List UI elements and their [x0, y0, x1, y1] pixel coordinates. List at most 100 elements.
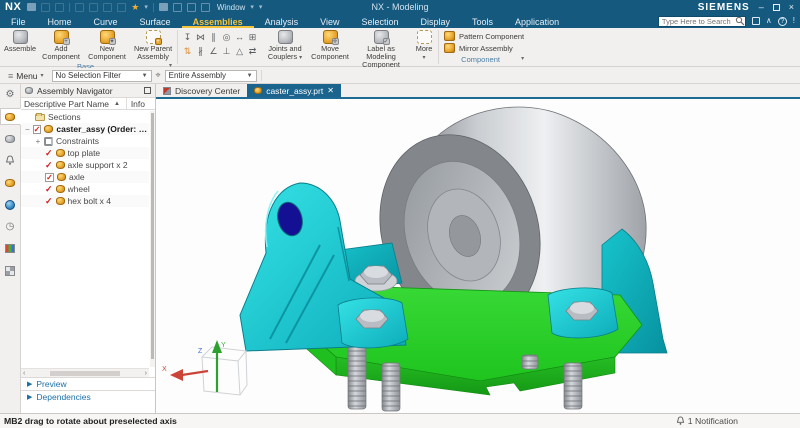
hex-bolt-front-right[interactable]	[548, 288, 618, 338]
orientation-triad[interactable]: Y X Z	[162, 340, 247, 395]
vertical-scrollbar[interactable]	[150, 111, 155, 367]
loaded-check-icon[interactable]: ✓	[45, 149, 53, 158]
loaded-check-icon[interactable]: ✓	[45, 185, 53, 194]
tree-row-wheel[interactable]: ✓ wheel	[21, 183, 149, 195]
model-canvas[interactable]: Y X Z	[156, 99, 800, 413]
system-materials-icon[interactable]	[2, 240, 19, 257]
tab-view[interactable]: View	[309, 14, 350, 28]
constraint-bond-icon[interactable]: ⇅	[181, 45, 194, 59]
tab-curve[interactable]: Curve	[83, 14, 129, 28]
dependencies-section[interactable]: ▶ Dependencies	[21, 390, 155, 403]
constraint-parallel-icon[interactable]: ∥	[207, 31, 220, 45]
roles-icon[interactable]	[2, 262, 19, 279]
tab-display[interactable]: Display	[410, 14, 462, 28]
duplicate-window-icon[interactable]	[187, 3, 196, 12]
constraint-angle-icon[interactable]: ∠	[207, 45, 220, 59]
alerts-icon[interactable]: !	[793, 16, 795, 26]
paste-icon[interactable]	[103, 3, 112, 12]
tree-row-axle-support[interactable]: ✓ axle support x 2	[21, 159, 149, 171]
constraint-concentric-icon[interactable]: ◎	[220, 31, 233, 45]
label-as-modeling-component-button[interactable]: ✓ Label as Modeling Component	[351, 28, 411, 69]
new-parent-assembly-button[interactable]: + New Parent Assembly	[130, 28, 176, 61]
mirror-assembly-button[interactable]: Mirror Assembly	[444, 43, 524, 53]
tab-application[interactable]: Application	[504, 14, 570, 28]
copy-icon[interactable]	[89, 3, 98, 12]
more-button[interactable]: More▾	[411, 28, 437, 62]
qat-overflow-caret[interactable]: ▾	[259, 3, 263, 11]
window-menu[interactable]: Window	[217, 3, 245, 12]
tree-row-top-plate[interactable]: ✓ top plate	[21, 147, 149, 159]
minimize-ribbon-icon[interactable]: ∧	[766, 16, 772, 26]
x-axis-arrow[interactable]	[170, 369, 183, 381]
undo-icon[interactable]	[41, 3, 50, 12]
constraint-symmetry-icon[interactable]: △	[233, 45, 246, 59]
restore-button[interactable]	[773, 4, 780, 11]
tree-row-sections[interactable]: Sections	[21, 111, 149, 123]
touch-mode-icon[interactable]	[173, 3, 182, 12]
loaded-check-icon[interactable]: ✓	[45, 161, 53, 170]
selection-scope-dropdown[interactable]: Entire Assembly▼	[165, 70, 257, 82]
redo-icon[interactable]	[55, 3, 64, 12]
loaded-check-icon[interactable]: ✓	[45, 197, 53, 206]
constraint-touch-align-icon[interactable]: ↧	[181, 31, 194, 45]
assemble-button[interactable]: Assemble	[2, 28, 38, 53]
component-checkbox[interactable]: ✓	[33, 125, 42, 134]
tree-row-hex-bolt[interactable]: ✓ hex bolt x 4	[21, 195, 149, 207]
sort-ascending-icon[interactable]: ▲	[114, 101, 120, 107]
selection-scope-icon[interactable]: ⌖	[156, 70, 161, 81]
help-icon[interactable]: ?	[778, 17, 787, 26]
window-dropdown-caret[interactable]: ▾	[250, 3, 254, 11]
history-icon[interactable]: ◷	[2, 218, 19, 235]
constraint-distance-icon[interactable]: ↔	[233, 31, 246, 45]
component-checkbox[interactable]: ✓	[45, 173, 54, 182]
new-component-button[interactable]: ✦ New Component	[84, 28, 130, 61]
assembly-navigator-icon[interactable]	[0, 108, 21, 125]
search-icon[interactable]	[735, 16, 745, 26]
tab-tools[interactable]: Tools	[461, 14, 504, 28]
tab-assemblies[interactable]: Assemblies	[182, 14, 254, 28]
notifications-bell-icon[interactable]	[2, 152, 19, 169]
reuse-library-icon[interactable]	[2, 174, 19, 191]
tab-analysis[interactable]: Analysis	[254, 14, 310, 28]
constraint-perpendicular-icon[interactable]: ⊥	[220, 45, 233, 59]
web-browser-icon[interactable]	[2, 196, 19, 213]
expand-expander[interactable]: +	[35, 137, 41, 146]
constraint-center-icon[interactable]: ∦	[194, 45, 207, 59]
preview-section[interactable]: ▶ Preview	[21, 377, 155, 390]
selection-filter-dropdown[interactable]: No Selection Filter▼	[52, 70, 152, 82]
search-input[interactable]	[659, 17, 735, 26]
tab-discovery-center[interactable]: Discovery Center	[156, 84, 247, 97]
scroll-right-arrow[interactable]: ›	[145, 370, 147, 377]
cut-icon[interactable]	[75, 3, 84, 12]
collapse-expander[interactable]: −	[25, 125, 30, 134]
undock-panel-icon[interactable]	[144, 87, 151, 94]
minimize-button[interactable]: –	[759, 3, 764, 12]
command-finder-icon[interactable]	[752, 17, 760, 25]
constraint-fix-icon[interactable]: ⊞	[246, 31, 259, 45]
voice-command-mic-icon[interactable]	[159, 3, 168, 11]
scroll-left-arrow[interactable]: ‹	[23, 370, 25, 377]
joints-and-couplers-button[interactable]: Joints and Couplers ▾	[261, 28, 309, 62]
tab-selection[interactable]: Selection	[350, 14, 409, 28]
close-button[interactable]: ×	[789, 3, 794, 12]
hex-bolt-front-left[interactable]	[338, 298, 408, 348]
add-component-button[interactable]: + Add Component	[38, 28, 84, 61]
group-label-component[interactable]: Component▾	[440, 54, 528, 66]
tree-row-constraints[interactable]: + Constraints	[21, 135, 149, 147]
scrollbar-thumb[interactable]	[50, 371, 120, 376]
tab-file[interactable]: File	[0, 14, 37, 28]
repeat-command-icon[interactable]	[117, 3, 126, 12]
favorites-star-icon[interactable]: ★	[131, 2, 139, 13]
pattern-component-button[interactable]: Pattern Component	[444, 31, 524, 41]
horizontal-scrollbar[interactable]: ‹ ›	[21, 368, 149, 377]
column-info[interactable]: Info	[131, 99, 145, 109]
menu-button[interactable]: ≡ Menu ▾	[4, 71, 48, 81]
constraint-navigator-icon[interactable]	[2, 130, 19, 147]
tab-home[interactable]: Home	[37, 14, 83, 28]
scrollbar-thumb[interactable]	[151, 113, 154, 359]
window-icon[interactable]	[201, 3, 210, 12]
favorites-dropdown-caret[interactable]: ▾	[144, 3, 148, 11]
tab-caster-assy[interactable]: caster_assy.prt ✕	[247, 84, 341, 97]
column-name[interactable]: Descriptive Part Name	[24, 99, 109, 109]
close-tab-icon[interactable]: ✕	[327, 86, 334, 95]
